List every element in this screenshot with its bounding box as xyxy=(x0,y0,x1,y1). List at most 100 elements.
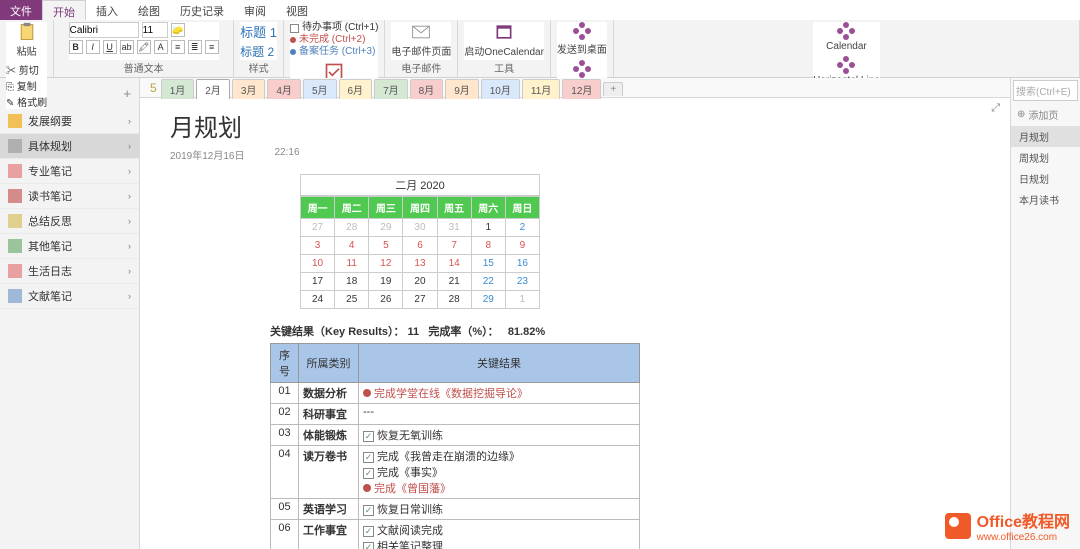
expand-icon[interactable]: ⤢ xyxy=(991,102,1000,115)
checkbox-icon[interactable]: ✓ xyxy=(363,542,374,549)
calendar-day[interactable]: 25 xyxy=(335,291,369,309)
section-tab[interactable]: 4月 xyxy=(267,79,301,99)
section-tab[interactable]: 11月 xyxy=(522,79,560,99)
calendar-day[interactable]: 22 xyxy=(471,273,505,291)
calendar-day[interactable]: 23 xyxy=(505,273,539,291)
calendar-day[interactable]: 9 xyxy=(505,237,539,255)
section-tab[interactable]: 8月 xyxy=(410,79,444,99)
calendar-day[interactable]: 27 xyxy=(403,291,437,309)
add-section-button[interactable]: + xyxy=(603,82,623,96)
checkbox-icon[interactable]: ✓ xyxy=(363,431,374,442)
send-desktop-button[interactable]: 发送到桌面 xyxy=(557,22,607,56)
page-list-item[interactable]: 本月读书 xyxy=(1011,189,1080,210)
calendar-day[interactable]: 1 xyxy=(505,291,539,309)
calendar-day[interactable]: 6 xyxy=(403,237,437,255)
tab-view[interactable]: 视图 xyxy=(276,0,318,20)
notebook-item[interactable]: 生活日志› xyxy=(0,259,139,284)
notebook-item[interactable]: 发展纲要› xyxy=(0,109,139,134)
notebook-item[interactable]: 其他笔记› xyxy=(0,234,139,259)
calendar-day[interactable]: 28 xyxy=(335,219,369,237)
email-page-button[interactable]: 电子邮件页面 xyxy=(391,22,451,58)
cut-button[interactable]: ✂ 剪切 xyxy=(6,62,47,77)
tab-home[interactable]: 开始 xyxy=(42,0,86,20)
page-list-item[interactable]: 周规划 xyxy=(1011,147,1080,168)
highlight-button[interactable]: 🖍 xyxy=(137,40,151,54)
calendar-day[interactable]: 1 xyxy=(471,219,505,237)
font-color-button[interactable]: A xyxy=(154,40,168,54)
checkbox-icon[interactable]: ✓ xyxy=(363,526,374,537)
page-body[interactable]: ⤢ 月规划 2019年12月16日22:16 二月 2020 周一周二周三周四周… xyxy=(140,98,1010,549)
notebook-item[interactable]: 文献笔记› xyxy=(0,284,139,309)
calendar-day[interactable]: 30 xyxy=(403,219,437,237)
checkbox-icon[interactable]: ✓ xyxy=(363,452,374,463)
calendar-day[interactable]: 15 xyxy=(471,255,505,273)
notebook-item[interactable]: 专业笔记› xyxy=(0,159,139,184)
font-name-input[interactable] xyxy=(69,22,139,38)
calendar-day[interactable]: 7 xyxy=(437,237,471,255)
strike-button[interactable]: ab xyxy=(120,40,134,54)
section-tab[interactable]: 9月 xyxy=(445,79,479,99)
paste-button[interactable]: 粘贴 xyxy=(17,22,37,58)
add-notebook-icon[interactable]: + xyxy=(123,86,131,101)
font-size-input[interactable] xyxy=(142,22,168,38)
style-gallery[interactable]: 标题 1 标题 2 xyxy=(240,22,277,60)
onecalendar-button[interactable]: 启动OneCalendar xyxy=(464,22,543,58)
calendar-day[interactable]: 29 xyxy=(471,291,505,309)
format-painter-button[interactable]: ✎ 格式刷 xyxy=(6,94,47,109)
calendar-day[interactable]: 24 xyxy=(301,291,335,309)
tab-review[interactable]: 审阅 xyxy=(234,0,276,20)
calendar-day[interactable]: 4 xyxy=(335,237,369,255)
calendar-day[interactable]: 20 xyxy=(403,273,437,291)
section-tab[interactable]: 12月 xyxy=(562,79,601,99)
align-button[interactable]: ≡ xyxy=(205,40,219,54)
section-tab[interactable]: 5月 xyxy=(303,79,337,99)
section-tab[interactable]: 10月 xyxy=(481,79,520,99)
macro-calendar[interactable]: Calendar xyxy=(826,22,867,52)
underline-button[interactable]: U xyxy=(103,40,117,54)
section-tab[interactable]: 2月 xyxy=(196,79,230,99)
add-page-button[interactable]: ⊕添加页 xyxy=(1011,103,1080,126)
calendar-day[interactable]: 27 xyxy=(301,219,335,237)
section-tab[interactable]: 1月 xyxy=(161,79,195,99)
tag-gallery[interactable]: 待办事项 (Ctrl+1) 未完成 (Ctrl+2) 备案任务 (Ctrl+3) xyxy=(290,22,378,58)
clear-format-button[interactable]: 🧽 xyxy=(171,23,185,37)
section-tab[interactable]: 6月 xyxy=(339,79,373,99)
checkbox-icon[interactable]: ✓ xyxy=(363,505,374,516)
calendar-day[interactable]: 28 xyxy=(437,291,471,309)
notebook-item[interactable]: 具体规划› xyxy=(0,134,139,159)
notebook-item[interactable]: 总结反思› xyxy=(0,209,139,234)
tab-draw[interactable]: 绘图 xyxy=(128,0,170,20)
calendar-day[interactable]: 16 xyxy=(505,255,539,273)
copy-button[interactable]: ⎘ 复制 xyxy=(6,78,47,93)
page-list-item[interactable]: 日规划 xyxy=(1011,168,1080,189)
calendar-day[interactable]: 3 xyxy=(301,237,335,255)
calendar-day[interactable]: 21 xyxy=(437,273,471,291)
tab-history[interactable]: 历史记录 xyxy=(170,0,234,20)
calendar-day[interactable]: 11 xyxy=(335,255,369,273)
calendar-day[interactable]: 2 xyxy=(505,219,539,237)
star-icon[interactable]: 5 xyxy=(146,81,161,95)
calendar-day[interactable]: 13 xyxy=(403,255,437,273)
section-tab[interactable]: 7月 xyxy=(374,79,408,99)
bullet-button[interactable]: ≡ xyxy=(171,40,185,54)
bold-button[interactable]: B xyxy=(69,40,83,54)
style-h2[interactable]: 标题 2 xyxy=(240,43,277,60)
calendar-day[interactable]: 12 xyxy=(369,255,403,273)
style-h1[interactable]: 标题 1 xyxy=(240,22,277,41)
calendar-day[interactable]: 10 xyxy=(301,255,335,273)
calendar-day[interactable]: 19 xyxy=(369,273,403,291)
checkbox-icon[interactable]: ✓ xyxy=(363,468,374,479)
calendar-day[interactable]: 14 xyxy=(437,255,471,273)
calendar-day[interactable]: 26 xyxy=(369,291,403,309)
italic-button[interactable]: I xyxy=(86,40,100,54)
page-title[interactable]: 月规划 xyxy=(170,108,980,143)
calendar-day[interactable]: 29 xyxy=(369,219,403,237)
number-button[interactable]: ≣ xyxy=(188,40,202,54)
calendar-day[interactable]: 17 xyxy=(301,273,335,291)
tab-file[interactable]: 文件 xyxy=(0,0,42,20)
notebook-item[interactable]: 读书笔记› xyxy=(0,184,139,209)
calendar-day[interactable]: 8 xyxy=(471,237,505,255)
page-list-item[interactable]: 月规划 xyxy=(1011,126,1080,147)
tab-insert[interactable]: 插入 xyxy=(86,0,128,20)
calendar-day[interactable]: 31 xyxy=(437,219,471,237)
